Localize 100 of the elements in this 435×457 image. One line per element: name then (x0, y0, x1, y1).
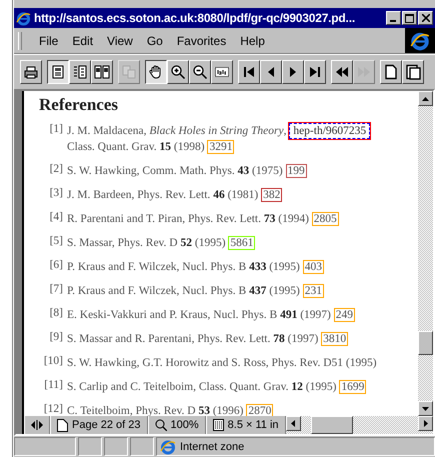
maximize-icon (405, 14, 414, 22)
scroll-left-button[interactable] (286, 416, 301, 431)
facing-pages-button[interactable] (91, 60, 113, 84)
horizontal-scrollbar[interactable] (286, 416, 433, 434)
reference-text: Class. Quant. Grav. 15 (1998) (67, 141, 205, 153)
scroll-down-button[interactable] (418, 401, 433, 416)
continuous-page-icon (72, 64, 88, 80)
menu-item[interactable]: Favorites (170, 32, 234, 50)
menu-item[interactable]: View (100, 32, 140, 50)
next-page-button[interactable] (282, 60, 304, 84)
reference-number: [6] (48, 259, 63, 273)
reference-text: J. M. Bardeen, Phys. Rev. Lett. 46 (1981) (67, 189, 258, 201)
back-button[interactable] (331, 60, 353, 84)
page-size-text: 8.5 × 11 in (228, 419, 279, 431)
page-indicator[interactable]: Page 22 of 23 (50, 416, 148, 434)
citation-link[interactable]: 403 (302, 260, 324, 274)
minimize-button[interactable] (386, 11, 401, 25)
page-size-indicator[interactable]: 8.5 × 11 in (206, 416, 286, 434)
reference-number: [11] (43, 379, 63, 393)
menu-item[interactable]: File (32, 32, 66, 50)
reference-number: [7] (48, 283, 63, 297)
page-number-text: Page 22 of 23 (72, 419, 141, 431)
reference-text: P. Kraus and F. Wilczek, Nucl. Phys. B 433 (1995) (67, 261, 300, 273)
scroll-thumb[interactable] (310, 416, 353, 434)
citation-link[interactable]: 249 (334, 308, 355, 322)
zoom-indicator[interactable]: 100% (148, 416, 206, 434)
hand-button[interactable] (145, 60, 167, 84)
reference-text: J. M. Maldacena, Black Holes in String Theory, (67, 125, 286, 137)
text-select-button[interactable] (211, 60, 233, 84)
reference-number: [8] (48, 307, 63, 321)
zoom-in-button[interactable] (167, 60, 189, 84)
reference-text: S. Massar and R. Parentani, Phys. Rev. Lett. 78 (1997) (67, 333, 318, 345)
citation-link[interactable]: 2805 (312, 212, 339, 226)
right-arrow-icon (424, 420, 428, 427)
split-handle[interactable] (24, 416, 50, 434)
zone-text: Internet zone (180, 440, 244, 452)
maximize-button[interactable] (402, 11, 417, 25)
reference-number: [3] (48, 187, 63, 201)
citation-link[interactable]: 3810 (321, 332, 348, 346)
pages-icon (405, 64, 421, 80)
left-arrow-icon (291, 420, 296, 427)
menu-item[interactable]: Go (140, 32, 170, 50)
scroll-right-button[interactable] (418, 416, 433, 431)
section-heading: References (39, 95, 119, 115)
page-button[interactable] (380, 60, 402, 84)
vertical-scrollbar[interactable] (418, 91, 433, 416)
first-page-icon (241, 64, 257, 80)
reference-number: [1] (48, 123, 63, 137)
reference-text: P. Kraus and F. Wilczek, Nucl. Phys. B 437 (1995) (67, 285, 300, 297)
scroll-up-button[interactable] (418, 91, 433, 106)
print-button[interactable] (20, 60, 42, 84)
copy-icon (121, 64, 137, 80)
browser-logo-icon (16, 10, 31, 26)
close-button[interactable] (418, 11, 433, 25)
reference-text: E. Keski-Vakkuri and P. Kraus, Nucl. Phys. B 491 (1997) (67, 309, 331, 321)
magnifier-icon (154, 419, 167, 431)
zoom-out-button[interactable] (189, 60, 211, 84)
menu-item[interactable]: Edit (65, 32, 100, 50)
pages-button[interactable] (402, 60, 424, 84)
previous-page-button[interactable] (260, 60, 282, 84)
zoom-in-icon (170, 64, 186, 80)
reference-text: S. Massar, Phys. Rev. D 52 (1995) (67, 237, 226, 249)
last-page-button[interactable] (304, 60, 326, 84)
close-icon (422, 14, 430, 22)
print-icon (23, 64, 39, 80)
page-icon (383, 64, 399, 80)
page-icon (57, 418, 68, 432)
zoom-out-icon (192, 64, 208, 80)
citation-link[interactable]: 231 (302, 284, 324, 298)
citation-link[interactable]: hep-th/9607235 (289, 123, 370, 139)
reference-number: [4] (48, 211, 63, 225)
down-arrow-icon (422, 406, 429, 410)
reference-text: S. W. Hawking, Comm. Math. Phys. 43 (1975) (67, 165, 283, 177)
last-page-icon (307, 64, 323, 80)
reference-number: [5] (48, 235, 63, 249)
text-select-icon (214, 64, 230, 80)
facing-pages-icon (94, 64, 110, 80)
reference-number: [10] (42, 355, 63, 369)
scroll-thumb[interactable] (418, 331, 433, 355)
reference-number: [12] (42, 403, 63, 416)
single-page-icon (50, 64, 66, 80)
continuous-page-button[interactable] (69, 60, 91, 84)
zoom-text: 100% (170, 419, 199, 431)
reference-number: [9] (48, 331, 63, 345)
window-title: http://santos.ecs.soton.ac.uk:8080/lpdf/gr-qc/9903027.pd... (34, 11, 355, 25)
reference-number: [2] (48, 163, 63, 177)
first-page-button[interactable] (238, 60, 260, 84)
citation-link[interactable]: 5861 (228, 236, 256, 250)
single-page-button[interactable] (47, 60, 69, 84)
reference-text: R. Parentani and T. Piran, Phys. Rev. Lett. 73 (1994) (67, 213, 309, 225)
citation-link[interactable]: 199 (286, 164, 307, 178)
back-icon (334, 64, 350, 80)
citation-link[interactable]: 3291 (207, 140, 234, 154)
citation-link[interactable]: 382 (261, 188, 282, 202)
menu-item[interactable]: Help (233, 32, 272, 50)
citation-link[interactable]: 1699 (339, 380, 366, 394)
up-arrow-icon (422, 96, 429, 100)
split-arrows-icon (31, 420, 43, 430)
page-size-icon (212, 419, 224, 431)
reference-text: S. Carlip and C. Teitelboim, Class. Quant. Grav. 12 (1995) (67, 381, 336, 393)
